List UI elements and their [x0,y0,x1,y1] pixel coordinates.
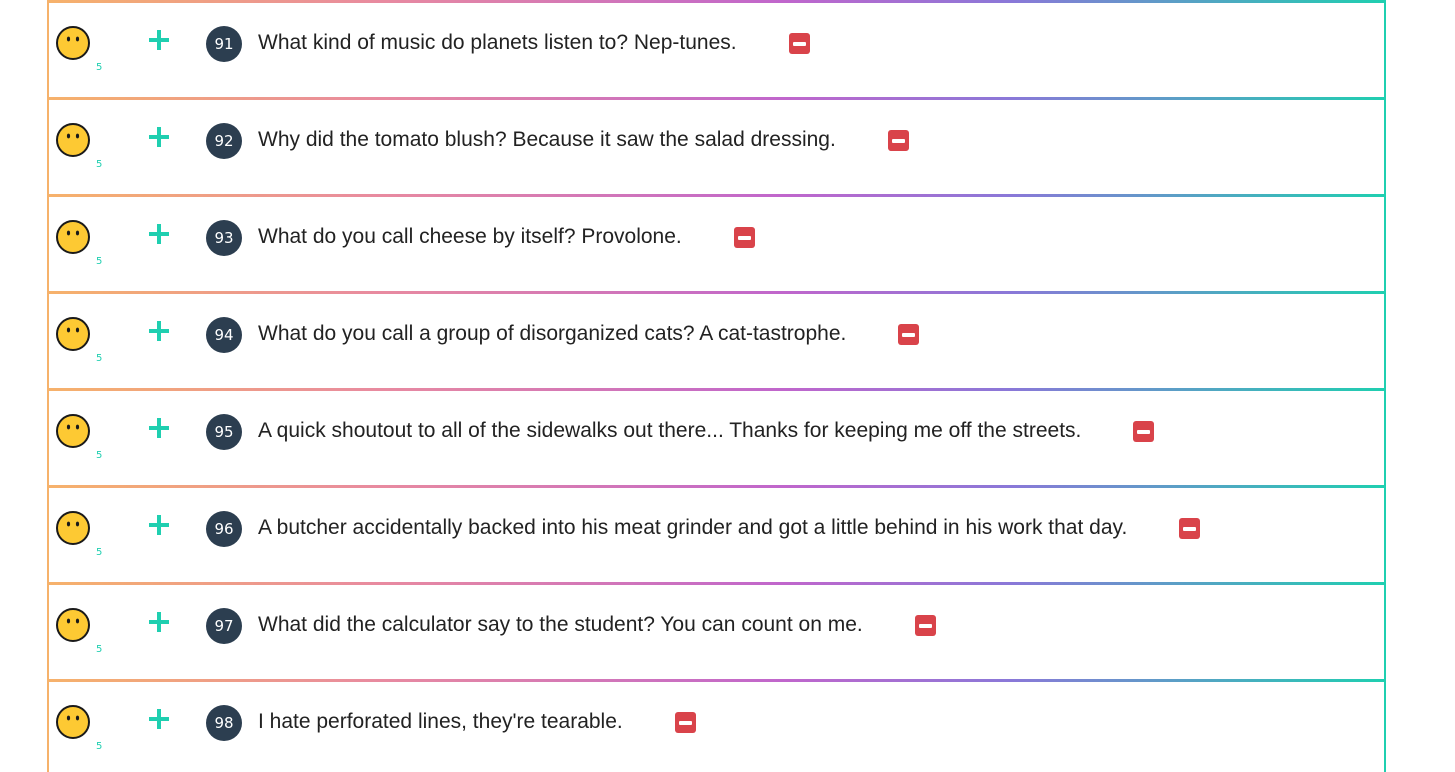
joke-text: A butcher accidentally backed into his m… [258,516,1128,539]
joke-number-badge: 93 [206,220,242,256]
neutral-face-icon [56,511,90,545]
row-divider [47,291,1386,294]
remove-button[interactable] [914,614,936,636]
remove-button[interactable] [788,32,810,54]
joke-text: Why did the tomato blush? Because it saw… [258,128,836,151]
plus-icon[interactable] [147,513,171,537]
remove-button[interactable] [887,129,909,151]
row-divider [47,582,1386,585]
joke-score: 5 [96,450,103,461]
joke-score: 5 [96,62,103,73]
row-divider [47,97,1386,100]
joke-text: What did the calculator say to the stude… [258,613,863,636]
neutral-face-icon [56,26,90,60]
joke-row: 5 95 A quick shoutout to all of the side… [47,388,1386,485]
joke-number-badge: 97 [206,608,242,644]
joke-list: 5 91 What kind of music do planets liste… [47,0,1386,772]
joke-text: What do you call cheese by itself? Provo… [258,225,682,248]
row-divider [47,0,1386,3]
joke-score: 5 [96,741,103,752]
neutral-face-icon [56,317,90,351]
neutral-face-icon [56,608,90,642]
joke-score: 5 [96,159,103,170]
neutral-face-icon [56,123,90,157]
joke-row: 5 92 Why did the tomato blush? Because i… [47,97,1386,194]
remove-button[interactable] [674,711,696,733]
joke-row: 5 94 What do you call a group of disorga… [47,291,1386,388]
plus-icon[interactable] [147,125,171,149]
joke-score: 5 [96,547,103,558]
plus-icon[interactable] [147,416,171,440]
remove-button[interactable] [898,323,920,345]
joke-number-badge: 95 [206,414,242,450]
joke-number-badge: 94 [206,317,242,353]
joke-row: 5 97 What did the calculator say to the … [47,582,1386,679]
joke-text: A quick shoutout to all of the sidewalks… [258,419,1082,442]
remove-button[interactable] [733,226,755,248]
neutral-face-icon [56,705,90,739]
joke-text: What kind of music do planets listen to?… [258,31,737,54]
plus-icon[interactable] [147,707,171,731]
joke-score: 5 [96,644,103,655]
joke-text: I hate perforated lines, they're tearabl… [258,710,623,733]
plus-icon[interactable] [147,222,171,246]
row-divider [47,194,1386,197]
joke-row: 5 98 I hate perforated lines, they're te… [47,679,1386,772]
joke-number-badge: 92 [206,123,242,159]
row-divider [47,388,1386,391]
plus-icon[interactable] [147,319,171,343]
joke-number-badge: 91 [206,26,242,62]
joke-text: What do you call a group of disorganized… [258,322,847,345]
neutral-face-icon [56,414,90,448]
row-divider [47,679,1386,682]
joke-row: 5 91 What kind of music do planets liste… [47,0,1386,97]
remove-button[interactable] [1179,517,1201,539]
joke-row: 5 93 What do you call cheese by itself? … [47,194,1386,291]
neutral-face-icon [56,220,90,254]
row-divider [47,485,1386,488]
plus-icon[interactable] [147,28,171,52]
joke-row: 5 96 A butcher accidentally backed into … [47,485,1386,582]
plus-icon[interactable] [147,610,171,634]
joke-number-badge: 96 [206,511,242,547]
joke-number-badge: 98 [206,705,242,741]
joke-score: 5 [96,256,103,267]
joke-score: 5 [96,353,103,364]
remove-button[interactable] [1133,420,1155,442]
